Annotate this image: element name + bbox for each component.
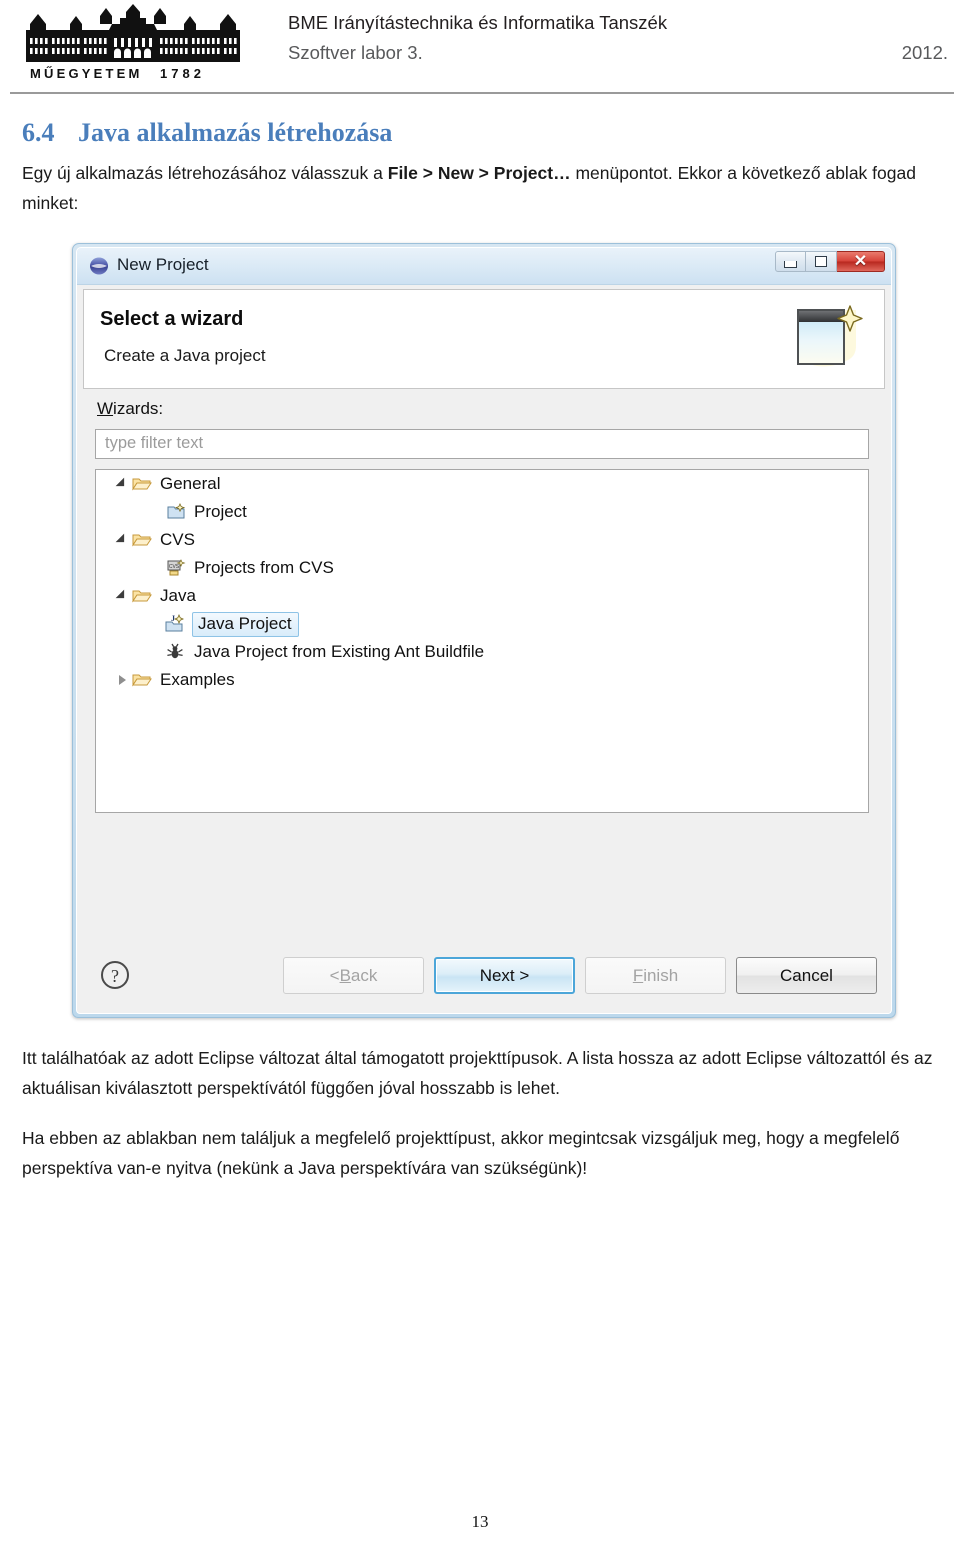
help-icon[interactable]: ? (99, 959, 131, 991)
svg-text:1782: 1782 (160, 66, 205, 81)
banner-heading: Select a wizard (100, 308, 244, 330)
tree-item-label: Java (160, 586, 196, 605)
department-name: BME Irányítástechnika és Informatika Tan… (288, 12, 668, 33)
cvs-wizard-icon: CVS (164, 557, 188, 579)
header-divider (10, 92, 954, 94)
minimize-icon (784, 260, 797, 268)
folder-open-icon (130, 529, 154, 551)
filter-placeholder: type filter text (105, 434, 204, 452)
collapse-arrow-icon[interactable] (114, 666, 130, 694)
expand-arrow-icon[interactable] (114, 526, 130, 554)
tree-item-label: Java Project from Existing Ant Buildfile (194, 642, 485, 661)
dialog-titlebar[interactable]: New Project ✕ (77, 248, 891, 285)
minimize-button[interactable] (775, 251, 806, 272)
cancel-button[interactable]: Cancel (736, 957, 877, 994)
svg-text:J: J (171, 614, 175, 623)
filter-input[interactable]: type filter text (95, 429, 869, 459)
wizard-banner: Select a wizard Create a Java project (83, 289, 885, 389)
tree-row[interactable]: Java Project from Existing Ant Buildfile (96, 638, 868, 666)
back-rest: ack (350, 965, 378, 985)
back-button[interactable]: < Back (283, 957, 424, 994)
svg-text:?: ? (111, 966, 119, 986)
dialog-body: Wizards: type filter text General Projec… (83, 399, 885, 959)
svg-text:CVS: CVS (169, 564, 180, 570)
wizard-tree[interactable]: General Project CVS CVS Projects from CV… (95, 469, 869, 813)
tree-row[interactable]: General (96, 470, 868, 498)
next-button[interactable]: Next > (434, 957, 575, 994)
tree-item-label: General (160, 474, 221, 493)
finish-rest: inish (643, 965, 679, 985)
document-year: 2012. (901, 42, 948, 63)
tree-item-label: Projects from CVS (194, 558, 334, 577)
project-wizard-icon (164, 501, 188, 523)
back-prefix: < (329, 965, 340, 985)
paragraph-1: Itt találhatóak az adott Eclipse változa… (22, 1048, 933, 1098)
paragraph-2: Ha ebben az ablakban nem találjuk a megf… (22, 1128, 900, 1178)
bme-logo: MŰEGYETEM 1782 (8, 4, 258, 82)
ant-buildfile-icon (164, 641, 188, 663)
dialog-button-row: ? < Back Next > Finish Cancel (77, 951, 891, 1005)
close-button[interactable]: ✕ (837, 251, 885, 272)
intro-text-before: Egy új alkalmazás létrehozásához válassz… (22, 163, 388, 183)
tree-item-label: Project (194, 502, 247, 521)
folder-open-icon (130, 473, 154, 495)
tree-row[interactable]: Project (96, 498, 868, 526)
wizard-banner-icon (794, 302, 866, 376)
folder-open-icon (130, 669, 154, 691)
intro-paragraph: Egy új alkalmazás létrehozásához válassz… (22, 158, 942, 218)
page-header: MŰEGYETEM 1782 BME Irányítástechnika és … (0, 0, 960, 96)
header-text-block: BME Irányítástechnika és Informatika Tan… (288, 10, 948, 66)
back-mnemonic: B (339, 965, 351, 985)
tree-row-java-project[interactable]: J Java Project (96, 610, 868, 638)
maximize-button[interactable] (806, 251, 837, 272)
menu-path-bold: File > New > Project… (387, 163, 571, 183)
wizards-label: Wizards: (97, 399, 163, 419)
new-project-dialog: New Project ✕ Select a wizard Create a J… (72, 243, 896, 1018)
folder-open-icon (130, 585, 154, 607)
tree-item-label: CVS (160, 530, 195, 549)
expand-arrow-icon[interactable] (114, 582, 130, 610)
expand-arrow-icon[interactable] (114, 470, 130, 498)
finish-button[interactable]: Finish (585, 957, 726, 994)
tree-item-label: Java Project (192, 611, 299, 637)
tree-row[interactable]: Examples (96, 666, 868, 694)
window-controls: ✕ (775, 251, 885, 272)
dialog-title: New Project (117, 255, 209, 274)
section-heading: 6.4 Java alkalmazás létrehozása (22, 118, 922, 148)
tree-item-label: Examples (160, 670, 235, 689)
tree-row[interactable]: CVS (96, 526, 868, 554)
close-icon: ✕ (853, 252, 868, 270)
eclipse-sphere-icon (89, 256, 109, 276)
wizards-label-mnemonic: W (97, 399, 114, 418)
tree-row[interactable]: Java (96, 582, 868, 610)
page-number: 13 (471, 1512, 489, 1531)
java-project-icon: J (164, 613, 188, 635)
wizards-label-rest: izards: (113, 399, 164, 418)
section-number: 6.4 (22, 118, 55, 147)
banner-subtitle: Create a Java project (104, 346, 266, 365)
finish-mnemonic: F (632, 965, 644, 985)
section-title: Java alkalmazás létrehozása (78, 118, 393, 147)
svg-text:MŰEGYETEM: MŰEGYETEM (30, 66, 143, 81)
tree-row[interactable]: CVS Projects from CVS (96, 554, 868, 582)
course-name: Szoftver labor 3. (288, 42, 423, 63)
maximize-icon (815, 256, 827, 267)
